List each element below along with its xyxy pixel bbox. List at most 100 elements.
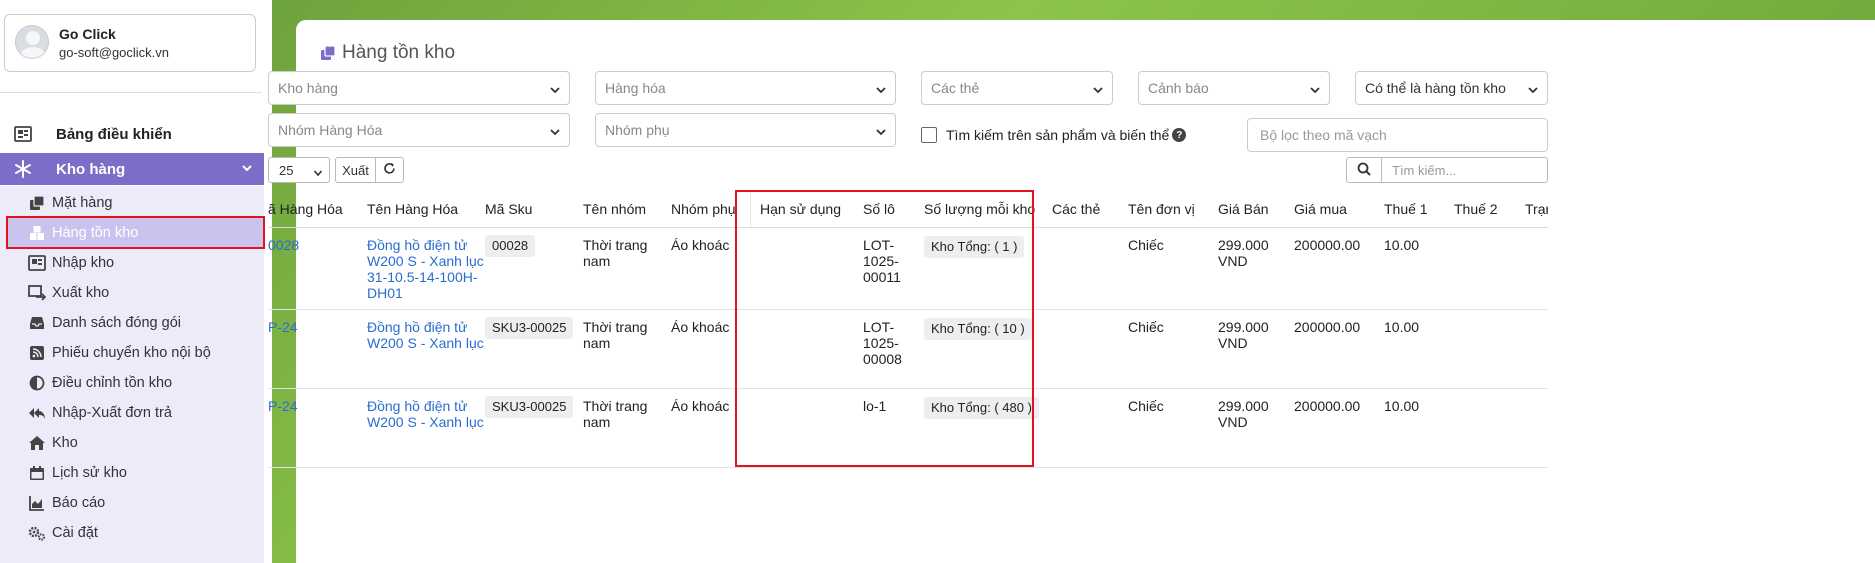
goods-select-value: Hàng hóa	[605, 80, 666, 96]
sidebar-item-kho[interactable]: Kho	[28, 433, 78, 453]
group-select[interactable]: Nhóm Hàng Hóa	[268, 113, 570, 147]
col-header-code[interactable]: ã Hàng Hóa	[268, 191, 343, 227]
highlight-annotation-box	[735, 190, 1034, 467]
col-header-name[interactable]: Tên Hàng Hóa	[367, 191, 458, 227]
sidebar-item-cai-dat[interactable]: Cài đặt	[28, 523, 98, 543]
sidebar-item-label: Điều chỉnh tồn kho	[52, 375, 173, 391]
sidebar-item-label: Xuất kho	[52, 285, 110, 301]
col-header-tax1[interactable]: Thuế 1	[1384, 191, 1428, 227]
search-variants-checkbox[interactable]	[921, 127, 937, 143]
group-select-value: Nhóm Hàng Hóa	[278, 122, 383, 138]
cell-unit: Chiếc	[1128, 398, 1164, 414]
divider	[0, 92, 262, 93]
rss-icon	[28, 344, 46, 362]
cell-code[interactable]: P-24	[268, 398, 298, 414]
table-search: Tìm kiếm...	[1346, 157, 1548, 183]
export-icon	[28, 284, 46, 302]
dashboard-icon	[12, 125, 34, 143]
cell-name[interactable]: Đồng hồ điện tử W200 S - Xanh lục	[367, 319, 484, 351]
cell-price: 299.000 VND	[1218, 398, 1269, 430]
sidebar-item-mat-hang[interactable]: Mặt hàng	[28, 193, 112, 213]
sidebar-item-label: Cài đặt	[52, 525, 98, 541]
cell-group-line: nam	[583, 335, 611, 351]
inventory-type-select[interactable]: Có thể là hàng tồn kho	[1355, 71, 1548, 105]
cell-cost: 200000.00	[1294, 237, 1361, 253]
sku-badge: SKU3-00025	[485, 396, 574, 418]
sidebar-item-phieu-chuyen-kho[interactable]: Phiếu chuyển kho nội bộ	[28, 343, 211, 363]
sidebar-item-label: Nhập-Xuất đơn trả	[52, 405, 172, 421]
subgroup-select[interactable]: Nhóm phụ	[595, 113, 896, 147]
home-icon	[28, 434, 46, 452]
refresh-icon	[383, 162, 396, 178]
sidebar-item-label: Lịch sử kho	[52, 465, 127, 481]
cogs-icon	[28, 524, 46, 542]
search-button[interactable]	[1346, 157, 1382, 183]
sidebar-item-danh-sach-dong-goi[interactable]: Danh sách đóng gói	[28, 313, 181, 333]
cell-name[interactable]: Đồng hồ điện tử W200 S - Xanh lục	[367, 398, 484, 430]
snowflake-icon	[12, 160, 34, 178]
help-icon[interactable]: ?	[1172, 128, 1187, 142]
search-input[interactable]: Tìm kiếm...	[1382, 157, 1548, 183]
cell-name-line: 31-10.5-14-100H-	[367, 269, 478, 285]
sidebar-item-label: Báo cáo	[52, 495, 106, 511]
export-button[interactable]: Xuất	[335, 157, 376, 183]
sidebar-item-lich-su-kho[interactable]: Lịch sử kho	[28, 463, 127, 483]
cell-tax1: 10.00	[1384, 319, 1420, 335]
warehouse-select[interactable]: Kho hàng	[268, 71, 570, 105]
import-icon	[28, 254, 46, 272]
cell-code[interactable]: 0028	[268, 237, 299, 253]
cell-name[interactable]: Đồng hồ điện tử W200 S - Xanh lục 31-10.…	[367, 237, 484, 301]
cell-group-line: Thời trang	[583, 319, 648, 335]
reply-all-icon	[28, 404, 46, 422]
cell-price-line: 299.000	[1218, 237, 1269, 253]
sidebar-item-nhap-kho[interactable]: Nhập kho	[28, 253, 114, 273]
sku-badge: 00028	[485, 235, 536, 257]
chevron-down-icon	[240, 161, 254, 179]
chevron-down-icon	[549, 83, 561, 99]
cell-name-line: DH01	[367, 285, 403, 301]
sidebar: Go Click go-soft@goclick.vn Bảng điều kh…	[0, 0, 272, 563]
tags-select[interactable]: Các thẻ	[921, 71, 1113, 105]
cell-code[interactable]: P-24	[268, 319, 298, 335]
cell-price: 299.000 VND	[1218, 319, 1269, 351]
col-header-price[interactable]: Giá Bán	[1218, 191, 1269, 227]
chevron-down-icon	[1092, 83, 1104, 99]
calendar-icon	[28, 464, 46, 482]
cell-name-line: Đồng hồ điện tử	[367, 398, 468, 414]
sidebar-item-nhap-xuat-don-tra[interactable]: Nhập-Xuất đơn trả	[28, 403, 172, 423]
col-header-sku[interactable]: Mã Sku	[485, 191, 532, 227]
sidebar-item-bao-cao[interactable]: Báo cáo	[28, 493, 105, 513]
col-header-tags[interactable]: Các thẻ	[1052, 191, 1100, 227]
cell-subgroup: Áo khoác	[671, 398, 730, 414]
col-header-group[interactable]: Tên nhóm	[583, 191, 646, 227]
page-size-select[interactable]: 25	[268, 157, 330, 183]
cell-price-line: VND	[1218, 335, 1248, 351]
col-header-status[interactable]: Trạn	[1525, 191, 1548, 227]
sidebar-item-xuat-kho[interactable]: Xuất kho	[28, 283, 109, 303]
alert-select[interactable]: Cảnh báo	[1138, 71, 1330, 105]
cell-tax1: 10.00	[1384, 398, 1420, 414]
col-header-tax2[interactable]: Thuế 2	[1454, 191, 1498, 227]
cell-group-line: Thời trang	[583, 237, 648, 253]
table-actions: Xuất	[335, 157, 404, 183]
col-header-unit[interactable]: Tên đơn vị	[1128, 191, 1195, 227]
sidebar-item-hang-ton-kho[interactable]: Hàng tồn kho	[28, 223, 138, 243]
refresh-button[interactable]	[376, 157, 404, 183]
cell-subgroup: Áo khoác	[671, 319, 730, 335]
chevron-down-icon	[549, 125, 561, 141]
sidebar-section-kho-hang[interactable]: Kho hàng	[0, 153, 264, 185]
sidebar-item-dieu-chinh-ton-kho[interactable]: Điều chỉnh tồn kho	[28, 373, 172, 393]
goods-select[interactable]: Hàng hóa	[595, 71, 896, 105]
warehouse-select-value: Kho hàng	[278, 80, 338, 96]
search-variants-toggle[interactable]: Tìm kiếm trên sản phẩm và biến thể ?	[921, 125, 1187, 145]
col-header-cost[interactable]: Giá mua	[1294, 191, 1347, 227]
chevron-down-icon	[1309, 83, 1321, 99]
tags-select-value: Các thẻ	[931, 80, 980, 96]
adjust-icon	[28, 374, 46, 392]
sidebar-item-label: Kho	[52, 435, 78, 451]
sidebar-item-label: Hàng tồn kho	[52, 225, 139, 241]
col-header-subgroup[interactable]: Nhóm phụ	[671, 191, 736, 227]
sidebar-item-dashboard[interactable]: Bảng điều khiển	[12, 124, 172, 144]
user-card[interactable]: Go Click go-soft@goclick.vn	[4, 14, 256, 72]
barcode-filter-input[interactable]: Bộ lọc theo mã vạch	[1247, 118, 1548, 152]
